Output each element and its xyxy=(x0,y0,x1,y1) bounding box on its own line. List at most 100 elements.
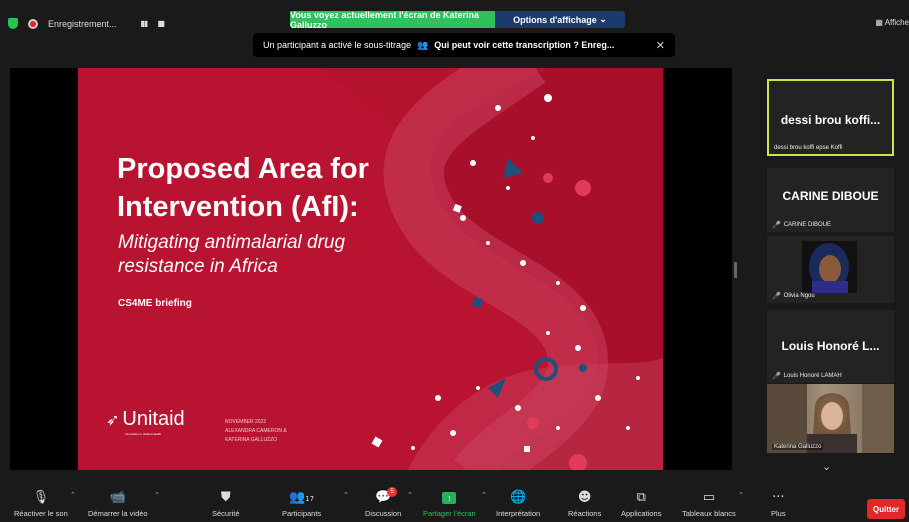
participant-name: CARINE DIBOUE xyxy=(783,222,832,228)
unitaid-tagline: Innovation in Global Health xyxy=(125,432,162,436)
participants-count: 17 xyxy=(305,495,315,503)
reactions-label: Réactions xyxy=(568,509,602,518)
whiteboards-label: Tableaux blancs xyxy=(682,509,736,518)
more-label: Plus xyxy=(771,509,786,518)
view-options-label: Options d'affichage xyxy=(513,14,597,25)
caption-notification: Un participant a activé le sous-titrage … xyxy=(253,33,675,57)
participant-label: Katerina Galluzzo xyxy=(772,444,824,450)
slide-credits: NOVEMBER 2022 ALEXANDRA CAMERON & KATERI… xyxy=(225,418,287,445)
participant-tile-katerina[interactable]: Katerina Galluzzo xyxy=(767,384,894,453)
security-label: Sécurité xyxy=(212,509,240,518)
participant-name: Louis Honoré LAMAH xyxy=(783,373,842,379)
microphone-muted-icon: 🎙 xyxy=(32,490,50,505)
slide-date: NOVEMBER 2022 xyxy=(225,419,267,425)
view-toggle-button[interactable]: ▦ Affiche xyxy=(875,18,909,27)
apps-icon: ⧉ xyxy=(636,490,646,505)
meeting-toolbar: 🎙 Réactiver le son ⌃ 📹 Démarrer la vidéo… xyxy=(0,483,909,522)
participant-tile-carine[interactable]: CARINE DIBOUE 🎤 CARINE DIBOUE xyxy=(767,168,894,232)
caption-notice: Un participant a activé le sous-titrage xyxy=(263,40,412,50)
participants-button[interactable]: 👥17 Participants xyxy=(282,489,321,518)
shield-icon: ⛊ xyxy=(220,490,231,505)
leave-meeting-label: Quitter xyxy=(872,504,900,514)
shared-screen-area: Proposed Area for Intervention (AfI): Mi… xyxy=(10,68,732,470)
unmute-label: Réactiver le son xyxy=(14,509,68,518)
view-options-button[interactable]: Options d'affichage ⌄ xyxy=(495,11,625,28)
slide-authors-line1: ALEXANDRA CAMERON & xyxy=(225,428,287,434)
slide-subtitle: Mitigating antimalarial drug resistance … xyxy=(118,231,345,279)
participant-label: dessi brou koffi epse Koffi xyxy=(774,145,843,151)
pause-recording-icon[interactable]: ▮▮ xyxy=(141,19,149,28)
participant-display-name: Louis Honoré L... xyxy=(781,339,880,353)
participant-name: Katerina Galluzzo xyxy=(774,444,822,450)
share-message: Vous voyez actuellement l'écran de Kater… xyxy=(290,10,495,30)
start-video-label: Démarrer la vidéo xyxy=(88,509,148,518)
share-screen-button[interactable]: ↑ Partager l'écran xyxy=(423,489,476,518)
view-toggle-label: Affiche xyxy=(884,18,909,27)
participant-display-name: CARINE DIBOUE xyxy=(782,189,879,203)
caption-question-link[interactable]: Qui peut voir cette transcription ? Enre… xyxy=(434,40,614,50)
participants-options-chevron-icon[interactable]: ⌃ xyxy=(343,491,349,499)
chat-options-chevron-icon[interactable]: ⌃ xyxy=(407,491,413,499)
security-shield-icon[interactable] xyxy=(8,18,18,29)
participant-name: Olivia Ngou xyxy=(783,293,815,299)
interpretation-button[interactable]: 🌐 Interprétation xyxy=(496,489,540,518)
video-frame xyxy=(767,384,894,453)
participants-label: Participants xyxy=(282,509,322,518)
video-off-icon: 📹 xyxy=(109,490,126,505)
participant-tile-olivia[interactable]: 🎤 Olivia Ngou xyxy=(767,236,894,303)
whiteboards-button[interactable]: ▭ Tableaux blancs xyxy=(682,489,736,518)
close-icon[interactable]: ✕ xyxy=(656,39,665,52)
participants-icon: 👥17 xyxy=(289,490,315,505)
people-icon: 👥 xyxy=(417,39,429,50)
reactions-button[interactable]: ☻ Réactions xyxy=(568,489,601,518)
mic-muted-icon: 🎤 xyxy=(772,372,781,380)
unitaid-logo-text: Unitaid xyxy=(122,408,185,430)
unmute-button[interactable]: 🎙 Réactiver le son xyxy=(14,489,68,518)
participant-tile-louis[interactable]: Louis Honoré L... 🎤 Louis Honoré LAMAH xyxy=(767,310,894,383)
interpretation-label: Interprétation xyxy=(496,509,541,518)
whiteboard-options-chevron-icon[interactable]: ⌃ xyxy=(738,491,744,499)
unitaid-logo: ➶ Unitaid Innovation in Global Health xyxy=(106,408,185,436)
mic-muted-icon: 🎤 xyxy=(772,292,781,300)
chat-icon: 💬 5 xyxy=(375,487,398,507)
screen-share-banner: Vous voyez actuellement l'écran de Kater… xyxy=(290,10,625,30)
slide-authors-line2: KATERINA GALLUZZO xyxy=(225,437,278,443)
slide-subtitle-line2: resistance in Africa xyxy=(118,256,278,277)
apps-button[interactable]: ⧉ Applications xyxy=(621,489,661,518)
whiteboard-icon: ▭ xyxy=(702,490,716,505)
smiley-icon: ☻ xyxy=(577,490,592,505)
panel-resize-handle[interactable] xyxy=(734,262,737,278)
stop-recording-icon[interactable]: ■ xyxy=(157,19,165,28)
chat-unread-badge: 5 xyxy=(387,487,398,497)
slide-title: Proposed Area for Intervention (AfI): xyxy=(117,150,369,226)
apps-label: Applications xyxy=(621,509,662,518)
presentation-slide: Proposed Area for Intervention (AfI): Mi… xyxy=(78,68,663,470)
participant-video xyxy=(767,384,894,453)
unitaid-bird-icon: ➶ xyxy=(106,410,120,429)
start-video-button[interactable]: 📹 Démarrer la vidéo xyxy=(88,489,148,518)
leave-meeting-button[interactable]: Quitter xyxy=(867,499,905,519)
avatar xyxy=(802,241,857,293)
security-button[interactable]: ⛊ Sécurité xyxy=(212,489,240,518)
participant-tile-dessi[interactable]: dessi brou koffi... dessi brou koffi eps… xyxy=(767,79,894,156)
more-button[interactable]: ··· Plus xyxy=(771,489,786,518)
participant-label: 🎤 CARINE DIBOUE xyxy=(772,221,831,229)
globe-icon: 🌐 xyxy=(510,490,527,505)
more-dots-icon: ··· xyxy=(772,490,785,505)
participant-name: dessi brou koffi epse Koffi xyxy=(774,145,843,151)
recording-label: Enregistrement... xyxy=(48,18,117,29)
mic-muted-icon: 🎤 xyxy=(772,221,781,229)
share-options-chevron-icon[interactable]: ⌃ xyxy=(481,491,487,499)
video-options-chevron-icon[interactable]: ⌃ xyxy=(154,491,160,499)
scroll-down-chevron-icon[interactable]: ⌄ xyxy=(822,460,831,473)
participant-label: 🎤 Olivia Ngou xyxy=(772,292,815,300)
slide-subtitle-line1: Mitigating antimalarial drug xyxy=(118,232,346,253)
share-screen-icon: ↑ xyxy=(442,492,457,504)
recording-status: Enregistrement... ▮▮ ■ xyxy=(8,18,165,29)
avatar-photo xyxy=(802,241,857,293)
chat-button[interactable]: 💬 5 Discussion xyxy=(365,487,401,518)
chevron-down-icon: ⌄ xyxy=(599,14,607,24)
slide-title-line2: Intervention (AfI): xyxy=(117,191,359,223)
slide-briefing: CS4ME briefing xyxy=(118,298,192,309)
audio-options-chevron-icon[interactable]: ⌃ xyxy=(70,491,76,499)
